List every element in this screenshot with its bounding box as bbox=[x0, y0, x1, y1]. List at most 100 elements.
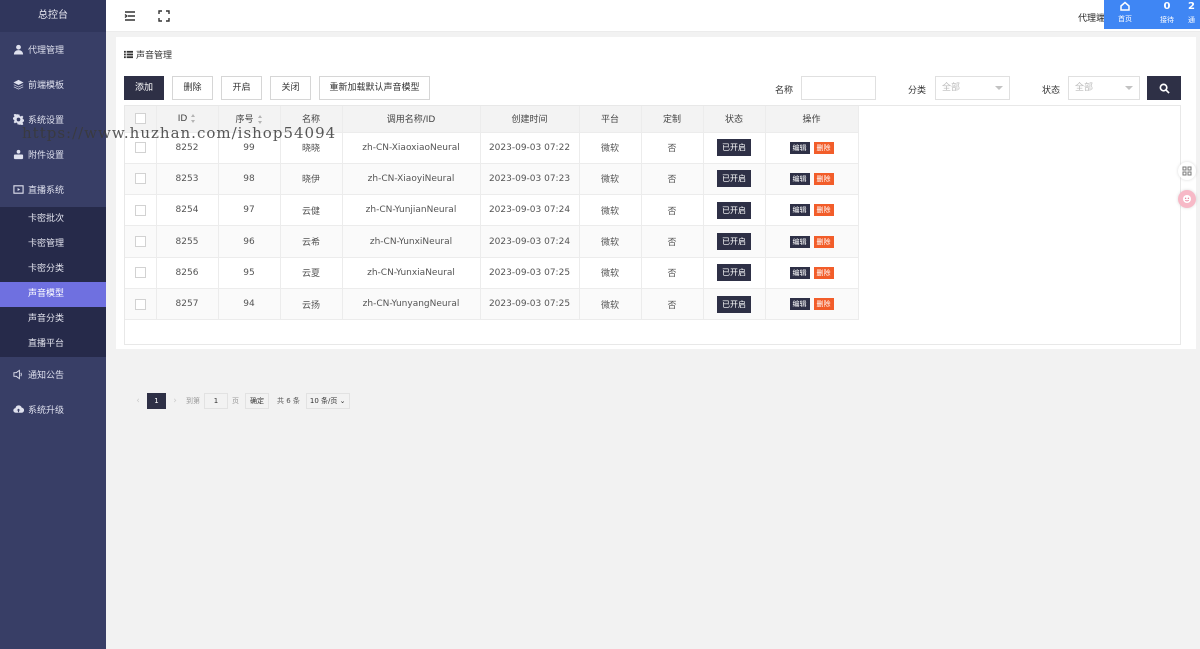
status-filter-select[interactable]: 全部 bbox=[1068, 76, 1140, 100]
table-row[interactable]: 8255 96 云希 zh-CN-YunxiNeural 2023-09-03 07:2… bbox=[125, 225, 859, 258]
agent-label[interactable]: 代理端 bbox=[1078, 11, 1105, 24]
delete-button[interactable]: 删除 bbox=[172, 76, 213, 100]
sidebar-item-label: 前端模板 bbox=[28, 81, 65, 91]
search-button[interactable] bbox=[1147, 76, 1181, 100]
add-button[interactable]: 添加 bbox=[124, 76, 164, 100]
delete-row-button[interactable]: 删除 bbox=[813, 266, 834, 279]
sidebar-item-upgrade[interactable]: 系统升级 bbox=[0, 392, 106, 427]
goto-confirm-button[interactable]: 确定 bbox=[245, 393, 269, 409]
table-row[interactable]: 8253 98 晓伊 zh-CN-XiaoyiNeural 2023-09-03 07:… bbox=[125, 163, 859, 196]
cell-id: 8253 bbox=[156, 163, 219, 196]
table-row[interactable]: 8256 95 云夏 zh-CN-YunxiaNeural 2023-09-03 07:… bbox=[125, 257, 859, 289]
table-row[interactable]: 8257 94 云扬 zh-CN-YunyangNeural 2023-09-03 07… bbox=[125, 288, 859, 321]
current-page[interactable]: 1 bbox=[147, 393, 166, 409]
sort-icon[interactable] bbox=[191, 113, 196, 123]
status-toggle-button[interactable]: 已开启 bbox=[717, 264, 751, 282]
header-status: 状态 bbox=[703, 106, 766, 133]
grid-icon bbox=[1182, 166, 1192, 176]
edit-button[interactable]: 编辑 bbox=[789, 204, 810, 217]
quick-bar: 首页 0 接待 2 通 bbox=[1104, 0, 1200, 29]
next-page-icon[interactable]: › bbox=[170, 396, 180, 406]
select-all-checkbox[interactable] bbox=[134, 113, 146, 125]
row-checkbox[interactable] bbox=[134, 298, 146, 310]
delete-row-button[interactable]: 删除 bbox=[813, 235, 834, 248]
cell-seq: 96 bbox=[218, 225, 281, 258]
row-checkbox[interactable] bbox=[134, 204, 146, 216]
edit-button[interactable]: 编辑 bbox=[789, 266, 810, 279]
page-size-select[interactable]: 10 条/页 ⌄ bbox=[305, 393, 350, 409]
cell-seq: 97 bbox=[218, 194, 281, 227]
status-toggle-button[interactable]: 已开启 bbox=[717, 295, 751, 313]
row-checkbox[interactable] bbox=[134, 236, 146, 248]
row-checkbox[interactable] bbox=[134, 142, 146, 154]
delete-row-button[interactable]: 删除 bbox=[813, 204, 834, 217]
name-filter-input[interactable] bbox=[801, 76, 876, 100]
sidebar-item-agent[interactable]: 代理管理 bbox=[0, 32, 106, 67]
sidebar-item-label: 附件设置 bbox=[28, 151, 65, 161]
cell-custom: 否 bbox=[641, 257, 704, 289]
sidebar-sub-card-category[interactable]: 卡密分类 bbox=[0, 257, 106, 282]
row-checkbox[interactable] bbox=[134, 267, 146, 279]
delete-row-button[interactable]: 删除 bbox=[813, 172, 834, 185]
sidebar-item-attachment[interactable]: 附件设置 bbox=[0, 137, 106, 172]
sidebar-sub-card-manage[interactable]: 卡密管理 bbox=[0, 232, 106, 257]
header-custom: 定制 bbox=[641, 106, 704, 133]
quick-label: 首页 bbox=[1118, 15, 1132, 23]
menu-toggle-icon[interactable] bbox=[124, 10, 136, 22]
reload-default-voice-button[interactable]: 重新加载默认声音模型 bbox=[319, 76, 430, 100]
sidebar-sub-live-platform[interactable]: 直播平台 bbox=[0, 332, 106, 357]
assistant-float-button[interactable] bbox=[1178, 190, 1196, 208]
goto-page-input[interactable]: 1 bbox=[204, 393, 228, 409]
disable-button[interactable]: 关闭 bbox=[270, 76, 311, 100]
quick-value: 2 bbox=[1188, 1, 1195, 12]
status-toggle-button[interactable]: 已开启 bbox=[717, 139, 751, 157]
sidebar-sub-voice-model[interactable]: 声音模型 bbox=[0, 282, 106, 307]
table-body: 8252 99 晓晓 zh-CN-XiaoxiaoNeural 2023-09-03 0… bbox=[125, 132, 859, 321]
apps-float-button[interactable] bbox=[1178, 162, 1196, 180]
app-logo[interactable]: 总控台 bbox=[0, 0, 106, 32]
sidebar-item-live[interactable]: 直播系统 bbox=[0, 172, 106, 207]
cell-platform: 微软 bbox=[579, 225, 642, 258]
table-row[interactable]: 8254 97 云健 zh-CN-YunjianNeural 2023-09-03 07… bbox=[125, 194, 859, 227]
category-filter-select[interactable]: 全部 bbox=[935, 76, 1010, 100]
home-icon bbox=[1120, 1, 1130, 11]
delete-row-button[interactable]: 删除 bbox=[813, 141, 834, 154]
sort-icon[interactable] bbox=[257, 115, 263, 125]
enable-button[interactable]: 开启 bbox=[221, 76, 262, 100]
status-toggle-button[interactable]: 已开启 bbox=[717, 170, 751, 188]
cell-seq: 95 bbox=[218, 257, 281, 289]
status-filter-label: 状态 bbox=[1042, 86, 1061, 96]
sidebar-item-notice[interactable]: 通知公告 bbox=[0, 357, 106, 392]
sidebar-item-template[interactable]: 前端模板 bbox=[0, 67, 106, 102]
quick-reception[interactable]: 0 接待 bbox=[1146, 0, 1188, 29]
header-actions: 操作 bbox=[765, 106, 859, 133]
layers-icon bbox=[13, 79, 24, 90]
quick-notify[interactable]: 2 通 bbox=[1188, 0, 1200, 29]
cell-actions: 编辑 删除 bbox=[765, 225, 859, 258]
edit-button[interactable]: 编辑 bbox=[789, 141, 810, 154]
status-toggle-button[interactable]: 已开启 bbox=[717, 233, 751, 251]
cell-custom: 否 bbox=[641, 132, 704, 164]
cell-name: 晓伊 bbox=[280, 163, 343, 196]
row-select-cell bbox=[125, 257, 157, 289]
prev-page-icon[interactable]: ‹ bbox=[133, 396, 143, 406]
edit-button[interactable]: 编辑 bbox=[789, 235, 810, 248]
cell-created: 2023-09-03 07:24 bbox=[480, 194, 580, 227]
fullscreen-icon[interactable] bbox=[158, 10, 170, 22]
cell-id: 8255 bbox=[156, 225, 219, 258]
goto-label: 到第 bbox=[186, 397, 200, 405]
sidebar-sub-card-batch[interactable]: 卡密批次 bbox=[0, 207, 106, 232]
page-size-value: 10 条/页 bbox=[309, 397, 338, 405]
cell-call-id: zh-CN-YunxiaNeural bbox=[342, 257, 481, 289]
delete-row-button[interactable]: 删除 bbox=[813, 298, 834, 311]
quick-home[interactable]: 首页 bbox=[1104, 0, 1146, 29]
sidebar-sub-voice-category[interactable]: 声音分类 bbox=[0, 307, 106, 332]
cell-name: 云扬 bbox=[280, 288, 343, 321]
status-toggle-button[interactable]: 已开启 bbox=[717, 201, 751, 219]
cell-actions: 编辑 删除 bbox=[765, 288, 859, 321]
edit-button[interactable]: 编辑 bbox=[789, 298, 810, 311]
search-icon bbox=[1159, 83, 1170, 94]
edit-button[interactable]: 编辑 bbox=[789, 172, 810, 185]
sidebar-submenu-live: 卡密批次 卡密管理 卡密分类 声音模型 声音分类 直播平台 bbox=[0, 207, 106, 357]
row-checkbox[interactable] bbox=[134, 173, 146, 185]
